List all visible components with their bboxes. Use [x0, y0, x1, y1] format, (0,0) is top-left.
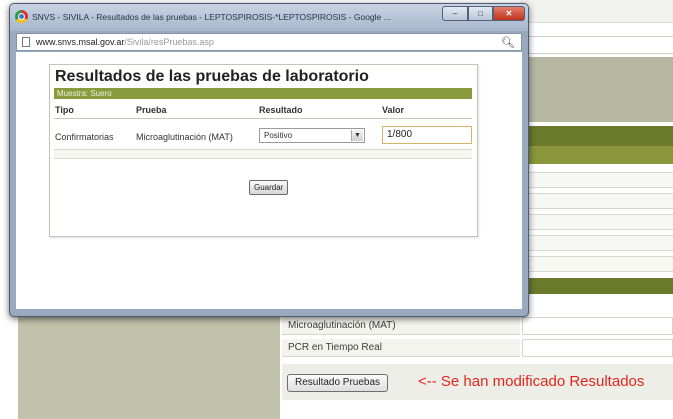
- test-label-pcr: PCR en Tiempo Real: [282, 339, 520, 357]
- background-panel: [522, 57, 673, 122]
- background-field[interactable]: [522, 36, 673, 54]
- sample-type-bar: Muestra: Suero: [54, 88, 472, 99]
- guardar-button[interactable]: Guardar: [249, 180, 289, 195]
- test-value-mat[interactable]: [522, 317, 673, 335]
- results-panel: Resultados de las pruebas de laboratorio…: [49, 64, 478, 237]
- background-section-header: [528, 126, 673, 146]
- background-row: [528, 235, 673, 251]
- column-header-prueba: Prueba: [136, 105, 167, 115]
- test-label-mat: Microaglutinación (MAT): [282, 317, 520, 335]
- header-divider: [54, 118, 472, 119]
- results-title: Resultados de las pruebas de laboratorio: [55, 68, 369, 85]
- background-section-header: [528, 278, 673, 294]
- column-header-resultado: Resultado: [259, 105, 303, 115]
- column-header-tipo: Tipo: [55, 105, 74, 115]
- cell-prueba: Microaglutinación (MAT): [136, 132, 233, 142]
- url-text: www.snvs.msal.gov.ar/Sivila/resPruebas.a…: [36, 37, 214, 47]
- chrome-icon: [15, 10, 28, 23]
- resultado-pruebas-button[interactable]: Resultado Pruebas: [287, 374, 389, 392]
- close-button[interactable]: ✕: [493, 6, 525, 21]
- background-header-band: [520, 0, 673, 23]
- popup-content: Resultados de las pruebas de laboratorio…: [16, 52, 522, 309]
- resultado-select[interactable]: Positivo ▼: [259, 128, 365, 143]
- test-value-pcr[interactable]: [522, 339, 673, 357]
- url-path: /Sivila/resPruebas.asp: [124, 37, 214, 47]
- cell-tipo: Confirmatorias: [55, 132, 114, 142]
- minimize-button[interactable]: –: [442, 6, 468, 21]
- background-row: [528, 193, 673, 209]
- table-row-separator: [54, 149, 472, 159]
- background-left-panel: [18, 312, 280, 419]
- maximize-button[interactable]: □: [468, 6, 493, 21]
- address-bar[interactable]: www.snvs.msal.gov.ar/Sivila/resPruebas.a…: [16, 33, 522, 51]
- page-icon: [22, 37, 30, 47]
- background-row: [528, 214, 673, 230]
- search-icon[interactable]: 🔍︎: [501, 36, 515, 49]
- background-row: [528, 172, 673, 188]
- valor-input[interactable]: 1/800: [382, 126, 472, 144]
- popup-titlebar[interactable]: SNVS - SIVILA - Resultados de las prueba…: [10, 4, 528, 31]
- chevron-down-icon[interactable]: ▼: [351, 130, 363, 141]
- background-section-subheader: [528, 146, 673, 164]
- resultado-select-value: Positivo: [264, 131, 293, 140]
- modified-results-note: <-- Se han modificado Resultados: [418, 373, 645, 390]
- column-header-valor: Valor: [382, 105, 405, 115]
- popup-window: SNVS - SIVILA - Resultados de las prueba…: [9, 3, 529, 317]
- window-title: SNVS - SIVILA - Resultados de las prueba…: [32, 12, 391, 22]
- background-row: [528, 256, 673, 272]
- url-domain: www.snvs.msal.gov.ar: [36, 37, 125, 47]
